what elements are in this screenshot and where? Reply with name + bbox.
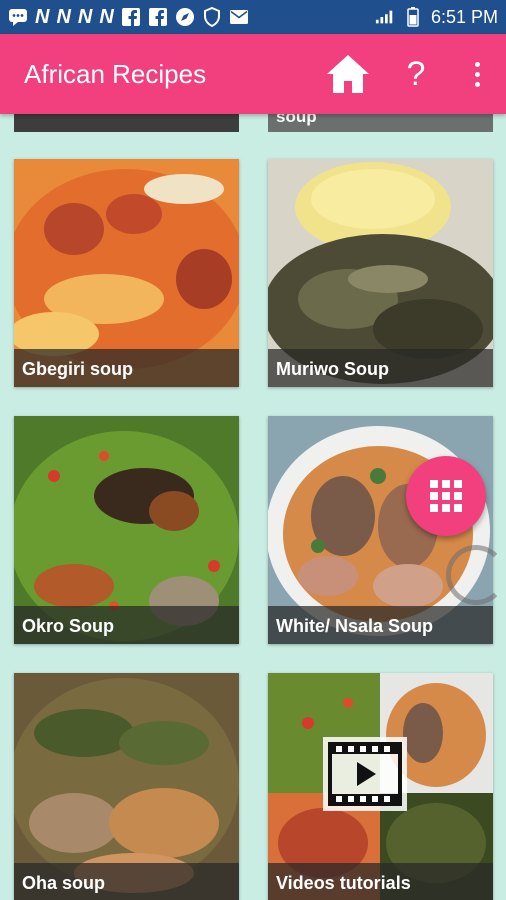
mail-icon	[229, 7, 249, 27]
help-button[interactable]: ?	[396, 34, 436, 114]
recipe-tile-okro[interactable]: Okro Soup	[14, 416, 239, 644]
recipe-tile-videos[interactable]: Videos tutorials	[268, 673, 493, 900]
tile-caption: White/ Nsala Soup	[268, 606, 493, 644]
message-icon	[8, 7, 28, 27]
video-play-icon	[328, 742, 402, 806]
status-time: 6:51 PM	[430, 6, 498, 27]
app-bar: African Recipes ?	[0, 34, 506, 114]
tile-caption: Videos tutorials	[268, 863, 493, 900]
video-overlay-icon	[323, 737, 407, 811]
app-title: African Recipes	[24, 58, 207, 89]
tile-label: soup	[276, 114, 317, 126]
recipe-tile-oha[interactable]: Oha soup	[14, 673, 239, 900]
help-icon: ?	[406, 54, 426, 93]
edge-scroll-handle[interactable]	[446, 545, 506, 605]
n-icon: N	[77, 6, 93, 28]
battery-icon	[403, 7, 423, 27]
shield-icon	[202, 7, 222, 27]
more-vert-icon	[474, 61, 480, 67]
n-icon: N	[35, 6, 50, 28]
grid-menu-fab[interactable]	[406, 456, 486, 536]
n-icon: N	[99, 6, 114, 28]
more-options-button[interactable]	[462, 34, 492, 114]
status-bar: N N N N 6:51 PM	[0, 0, 506, 34]
tile-caption: Muriwo Soup	[268, 349, 493, 387]
home-icon	[327, 55, 369, 93]
tile-caption: Okro Soup	[14, 606, 239, 644]
partial-tile[interactable]	[14, 114, 239, 132]
grid-apps-icon	[430, 480, 462, 512]
partial-tile[interactable]: soup	[268, 114, 493, 132]
compass-icon	[175, 7, 195, 27]
home-button[interactable]	[318, 34, 378, 114]
tile-caption: Gbegiri soup	[14, 349, 239, 387]
signal-icon	[375, 7, 395, 27]
facebook-icon	[121, 7, 141, 27]
recipe-tile-muriwo[interactable]: Muriwo Soup	[268, 159, 493, 387]
tile-caption: Oha soup	[14, 863, 239, 900]
n-icon: N	[56, 6, 71, 28]
facebook-icon	[148, 7, 168, 27]
recipe-tile-gbegiri[interactable]: Gbegiri soup	[14, 159, 239, 387]
